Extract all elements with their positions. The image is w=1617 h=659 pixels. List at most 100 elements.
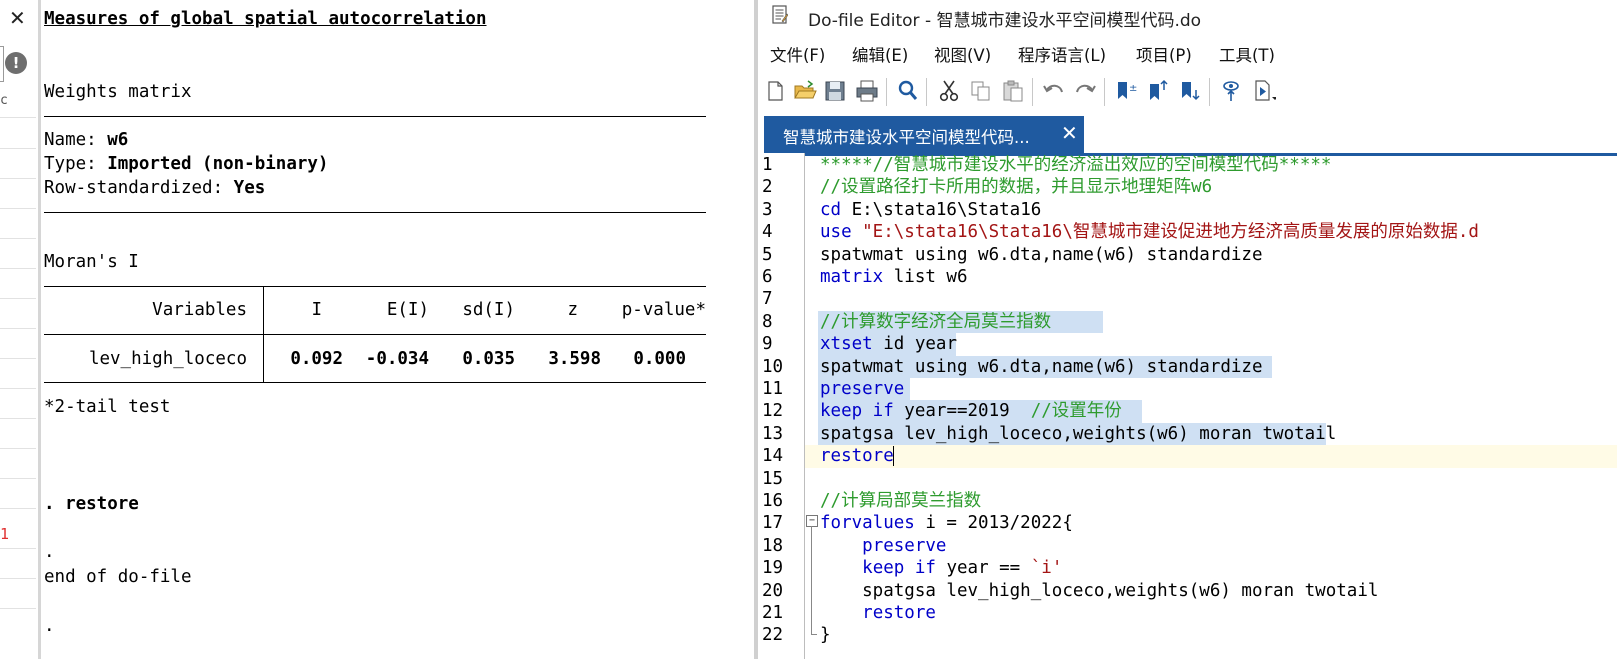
- open-folder-icon[interactable]: [792, 78, 818, 104]
- cell-variable: lev_high_loceco: [88, 349, 247, 369]
- code-line[interactable]: //计算数字经济全局莫兰指数: [820, 311, 1051, 333]
- col-header-sdi: sd(I): [462, 300, 515, 320]
- line-number: 16: [762, 491, 784, 511]
- panel-input-edge[interactable]: [0, 46, 4, 82]
- code-line[interactable]: //计算局部莫兰指数: [820, 490, 981, 512]
- line-number: 22: [762, 625, 784, 646]
- code-editor[interactable]: 1 2 3 4 5 6 7 8 9 10 11 12 13 14 15 16 17 18 19 20 21 22 − **…: [758, 153, 1617, 659]
- code-token: matrix: [820, 267, 884, 287]
- undo-icon[interactable]: [1041, 78, 1067, 104]
- toolbar-separator: [1209, 78, 1210, 106]
- alert-icon[interactable]: !: [5, 52, 27, 74]
- row-divider: [0, 548, 36, 549]
- rowstd-line: Row-standardized: Yes: [44, 177, 265, 199]
- code-line[interactable]: keep if year==2019 //设置年份: [820, 400, 1122, 422]
- code-token: keep if: [820, 401, 894, 422]
- close-icon[interactable]: ✕: [9, 8, 26, 28]
- code-line[interactable]: preserve: [820, 378, 904, 400]
- code-line[interactable]: spatgsa lev_high_loceco,weights(w6) mora…: [820, 423, 1336, 445]
- line-number: 17: [762, 513, 784, 534]
- menu-tools[interactable]: 工具(T): [1219, 42, 1275, 66]
- code-token: *****//智慧城市建设水平的经济溢出效应的空间模型代码*****: [820, 155, 1332, 175]
- line-number: 9: [762, 334, 773, 355]
- toolbar-separator: [886, 78, 887, 106]
- new-file-icon[interactable]: [762, 78, 788, 104]
- code-line[interactable]: }: [820, 624, 831, 646]
- code-line[interactable]: use "E:\stata16\Stata16\智慧城市建设促进地方经济高质量发…: [820, 221, 1479, 243]
- red-number: 1: [0, 525, 10, 543]
- code-line[interactable]: spatwmat using w6.dta,name(w6) standardi…: [820, 356, 1263, 378]
- line-number: 2: [762, 177, 773, 198]
- row-divider: [0, 298, 36, 299]
- menu-view[interactable]: 视图(V): [934, 42, 991, 66]
- redo-icon[interactable]: [1072, 78, 1098, 104]
- bookmark-toggle-icon[interactable]: ±: [1113, 78, 1139, 104]
- rowstd-value: Yes: [233, 178, 266, 198]
- type-line: Type: Imported (non-binary): [44, 153, 328, 175]
- line-number: 5: [762, 244, 773, 265]
- show-icon[interactable]: [1218, 78, 1244, 104]
- menu-language[interactable]: 程序语言(L): [1018, 42, 1106, 66]
- code-token: }: [820, 625, 831, 646]
- fold-toggle-icon[interactable]: −: [806, 515, 818, 527]
- code-line[interactable]: //设置路径打卡所用的数据，并且显示地理矩阵w6: [820, 176, 1212, 198]
- row-divider: [0, 268, 36, 269]
- code-line[interactable]: cd E:\stata16\Stata16: [820, 199, 1041, 221]
- cell-z: 3.598: [548, 349, 601, 369]
- window-title: Do-file Editor - 智慧城市建设水平空间模型代码.do: [808, 11, 1202, 31]
- dofile-editor-window: Do-file Editor - 智慧城市建设水平空间模型代码.do 文件(F)…: [758, 0, 1617, 659]
- row-divider: [0, 388, 36, 389]
- dofile-icon: [772, 5, 788, 24]
- menu-bar: 文件(F) 编辑(E) 视图(V) 程序语言(L) 项目(P) 工具(T): [758, 38, 1617, 68]
- line-number: 4: [762, 222, 773, 243]
- row-divider: [0, 208, 36, 209]
- line-number: 12: [762, 401, 784, 422]
- title-bar[interactable]: Do-file Editor - 智慧城市建设水平空间模型代码.do: [758, 0, 1617, 34]
- tab-close-icon[interactable]: ✕: [1061, 122, 1078, 144]
- code-token: keep if: [862, 558, 936, 579]
- code-line[interactable]: restore: [820, 445, 894, 467]
- code-token: `i': [1030, 558, 1063, 579]
- paste-icon[interactable]: [1000, 78, 1026, 104]
- menu-project[interactable]: 项目(P): [1136, 42, 1192, 66]
- name-value: w6: [107, 130, 129, 150]
- bookmark-next-icon[interactable]: [1177, 78, 1203, 104]
- find-icon[interactable]: [895, 78, 921, 104]
- code-line[interactable]: forvalues i = 2013/2022{: [820, 512, 1073, 534]
- row-divider: [0, 238, 36, 239]
- line-number: 14: [762, 446, 784, 467]
- restore-command: . restore: [44, 494, 139, 514]
- code-token: spatgsa lev_high_loceco,weights(w6) mora…: [820, 580, 1379, 601]
- save-icon[interactable]: [822, 78, 848, 104]
- partial-text: c: [0, 93, 8, 108]
- menu-file[interactable]: 文件(F): [770, 42, 825, 66]
- row-divider: [0, 418, 36, 419]
- code-line[interactable]: spatgsa lev_high_loceco,weights(w6) mora…: [820, 580, 1378, 602]
- col-header-variables: Variables: [152, 300, 247, 320]
- code-token: //计算数字经济全局莫兰指数: [820, 311, 1052, 332]
- bookmark-prev-icon[interactable]: [1145, 78, 1171, 104]
- line-number: 21: [762, 603, 784, 623]
- code-line[interactable]: xtset id year: [820, 333, 957, 355]
- cut-icon[interactable]: [936, 78, 962, 104]
- copy-icon[interactable]: [968, 78, 994, 104]
- tab-dofile[interactable]: 智慧城市建设水平空间模型代码... ✕: [764, 116, 1084, 153]
- code-line[interactable]: *****//智慧城市建设水平的经济溢出效应的空间模型代码*****: [820, 154, 1331, 176]
- code-token: id year: [872, 334, 957, 355]
- footnote: *2-tail test: [44, 397, 171, 417]
- text-caret: [893, 446, 894, 467]
- row-divider: [0, 358, 36, 359]
- code-line[interactable]: matrix list w6: [820, 266, 968, 288]
- code-line[interactable]: preserve: [820, 535, 946, 557]
- code-token: preserve: [862, 535, 947, 556]
- code-line[interactable]: keep if year == `i': [820, 557, 1062, 579]
- print-icon[interactable]: [854, 78, 880, 104]
- code-token: spatwmat using w6.dta,name(w6) standardi…: [820, 356, 1263, 377]
- code-line[interactable]: spatwmat using w6.dta,name(w6) standardi…: [820, 244, 1263, 266]
- execute-icon[interactable]: [1250, 78, 1278, 104]
- code-token: //计算局部莫兰指数: [820, 491, 982, 511]
- code-line[interactable]: restore: [820, 602, 936, 624]
- results-header: Measures of global spatial autocorrelati…: [44, 9, 487, 29]
- menu-edit[interactable]: 编辑(E): [852, 42, 908, 66]
